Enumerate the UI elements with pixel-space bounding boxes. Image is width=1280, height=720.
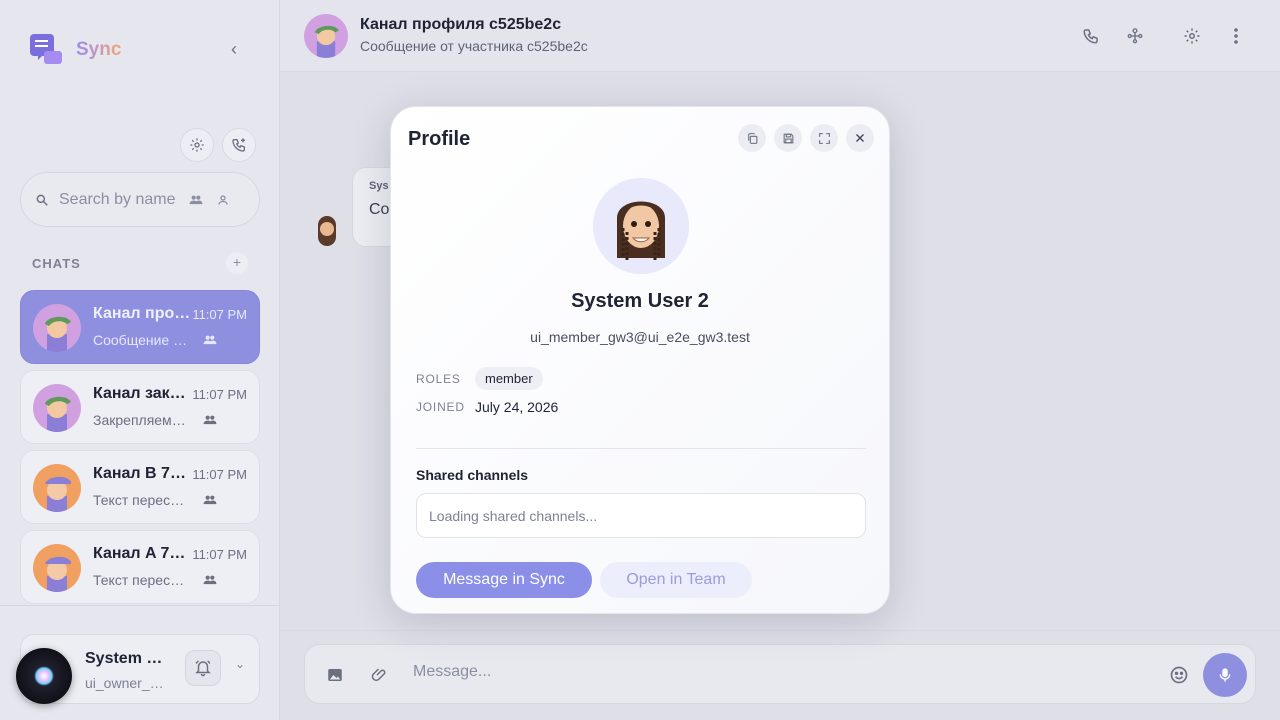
chat-time: 11:07 PM — [192, 547, 247, 562]
search-icon — [36, 194, 48, 206]
attach-image-button[interactable] — [323, 663, 347, 687]
profile-name: System User 2 — [571, 290, 709, 312]
chevron-down-icon[interactable]: ⌄ — [235, 657, 245, 671]
save-button[interactable] — [774, 124, 802, 152]
user-filter-icon[interactable] — [217, 194, 229, 206]
composer-divider — [280, 630, 1280, 631]
current-user-name: System U… — [85, 650, 171, 667]
chat-time: 11:07 PM — [192, 307, 247, 322]
roles-label: ROLES — [416, 372, 461, 386]
chat-title: Канал про… — [93, 305, 191, 322]
divider — [416, 448, 866, 449]
microphone-icon — [1219, 668, 1231, 682]
group-filter-icon[interactable] — [189, 194, 203, 206]
app-logo[interactable]: Sync — [30, 34, 121, 66]
shared-channels-list: Loading shared channels... — [416, 493, 866, 538]
message-text: Co — [369, 201, 390, 218]
channel-avatar[interactable] — [304, 14, 348, 58]
phone-plus-icon — [232, 138, 245, 152]
search-field — [20, 172, 260, 227]
avatar — [33, 544, 81, 592]
chat-preview: Текст пересы… — [93, 572, 191, 588]
search-input[interactable] — [59, 190, 179, 209]
smiley-icon — [1170, 666, 1188, 684]
bell-icon — [195, 660, 211, 677]
sidebar: Sync ‹ CHATS + Канал про… 11:07 PM Сообщ… — [0, 0, 280, 720]
joined-date: July 24, 2026 — [475, 399, 559, 415]
voice-record-button[interactable] — [1203, 653, 1247, 697]
message-sender: Sys — [369, 180, 389, 192]
chat-list-item[interactable]: Канал A 7d… 11:07 PM Текст пересы… — [20, 530, 260, 604]
add-chat-button[interactable]: + — [226, 252, 248, 274]
chats-section-label: CHATS — [32, 256, 81, 271]
message-input[interactable] — [413, 663, 1113, 681]
new-call-button[interactable] — [222, 128, 256, 162]
avatar — [33, 304, 81, 352]
group-icon — [203, 335, 217, 345]
chat-preview: Закрепляемо… — [93, 412, 191, 428]
copy-icon — [747, 132, 757, 144]
profile-email: ui_member_gw3@ui_e2e_gw3.test — [530, 329, 750, 345]
emoji-button[interactable] — [1167, 663, 1191, 687]
message-in-sync-button[interactable]: Message in Sync — [416, 562, 592, 598]
chat-time: 11:07 PM — [192, 387, 247, 402]
members-button[interactable] — [1123, 24, 1147, 48]
close-icon — [856, 134, 864, 142]
fullscreen-button[interactable] — [810, 124, 838, 152]
message-composer — [304, 644, 1256, 704]
more-options-button[interactable] — [1224, 24, 1248, 48]
channel-settings-button[interactable] — [1180, 24, 1204, 48]
chat-preview: Текст пересы… — [93, 492, 191, 508]
expand-icon — [818, 132, 830, 144]
assistant-orb-button[interactable] — [16, 648, 72, 704]
channel-title: Канал профиля c525be2c — [360, 16, 562, 33]
joined-label: JOINED — [416, 400, 465, 414]
chat-title: Канал A 7d… — [93, 545, 193, 562]
avatar — [33, 384, 81, 432]
attach-file-button[interactable] — [368, 663, 392, 687]
copy-button[interactable] — [738, 124, 766, 152]
chat-list-item[interactable]: Канал B 7d… 11:07 PM Текст пересы… — [20, 450, 260, 524]
avatar — [33, 464, 81, 512]
chat-time: 11:07 PM — [192, 467, 247, 482]
paperclip-icon — [371, 668, 386, 681]
notifications-button[interactable] — [185, 650, 221, 686]
settings-button[interactable] — [180, 128, 214, 162]
image-icon — [328, 669, 342, 681]
chat-list-item[interactable]: Канал зак… 11:07 PM Закрепляемо… — [20, 370, 260, 444]
chat-preview: Сообщение о… — [93, 332, 191, 348]
floppy-disk-icon — [783, 133, 793, 143]
gear-icon — [190, 138, 204, 152]
group-icon — [203, 415, 217, 425]
current-user-email: ui_owner_g… — [85, 675, 169, 691]
gear-icon — [1184, 28, 1200, 44]
message-avatar[interactable] — [316, 216, 338, 246]
call-button[interactable] — [1079, 24, 1103, 48]
chat-list-item[interactable]: Канал про… 11:07 PM Сообщение о… — [20, 290, 260, 364]
sidebar-divider — [0, 605, 280, 606]
collapse-sidebar-chevron-icon[interactable]: ‹ — [224, 40, 244, 60]
group-icon — [203, 575, 217, 585]
sparkle-icon — [34, 666, 54, 686]
chat-header: Канал профиля c525be2c Сообщение от учас… — [280, 0, 1280, 72]
network-icon — [1127, 28, 1143, 44]
group-icon — [203, 495, 217, 505]
open-in-team-button[interactable]: Open in Team — [600, 562, 752, 598]
close-button[interactable] — [846, 124, 874, 152]
kebab-menu-icon — [1234, 28, 1238, 44]
shared-channels-loading-text: Loading shared channels... — [429, 508, 598, 524]
phone-icon — [1083, 29, 1098, 44]
dialog-title: Profile — [408, 128, 471, 150]
shared-channels-heading: Shared channels — [416, 467, 529, 483]
chat-bubbles-icon — [30, 34, 64, 66]
chat-title: Канал зак… — [93, 385, 186, 402]
app-name: Sync — [76, 39, 122, 60]
chat-title: Канал B 7d… — [93, 465, 193, 482]
profile-avatar — [593, 178, 689, 274]
channel-subtitle: Сообщение от участника c525be2c — [360, 38, 588, 54]
role-badge: member — [475, 367, 543, 390]
profile-dialog: Profile System User 2 ui_member_gw3@ui_e… — [390, 106, 890, 614]
